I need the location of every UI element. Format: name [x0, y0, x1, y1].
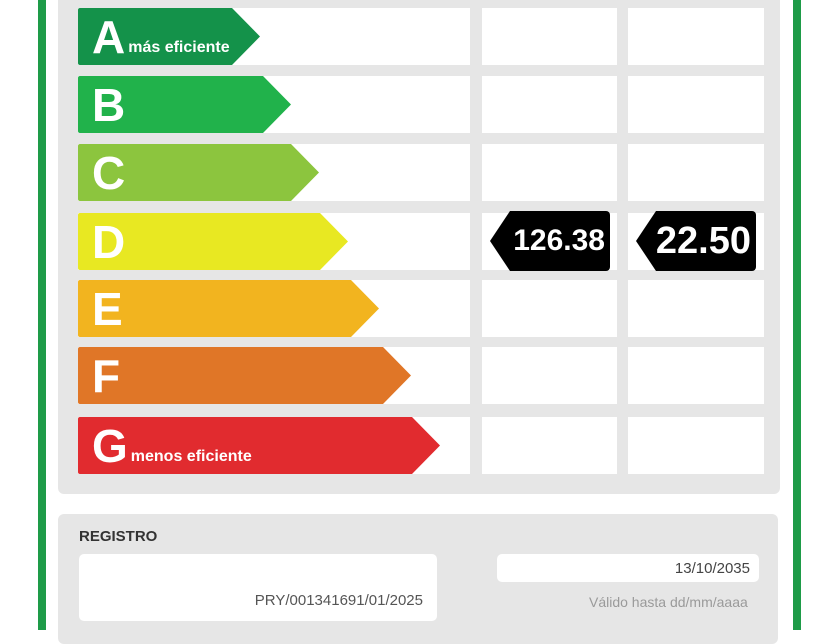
rating-row-b: B	[78, 76, 764, 133]
value-cell-1	[482, 417, 617, 474]
value-cell-1	[482, 280, 617, 337]
grade-arrow-c: C	[78, 144, 319, 201]
value-cell-1	[482, 8, 617, 65]
grade-letter: B	[92, 78, 126, 131]
rating-row-a: A más eficiente	[78, 8, 764, 65]
grade-arrow-b: B	[78, 76, 291, 133]
value-cell-2	[628, 417, 764, 474]
grade-letter: G	[92, 419, 128, 472]
frame-right-border	[793, 0, 801, 630]
rating-row-f: F	[78, 347, 764, 404]
grade-subtitle: más eficiente	[128, 39, 230, 56]
grade-subtitle: menos eficiente	[130, 448, 252, 465]
grade-letter: E	[92, 282, 123, 335]
grade-arrow-e: E	[78, 280, 379, 337]
grade-arrow-a: A más eficiente	[78, 8, 260, 65]
indicator-tag-1: 126.38	[490, 211, 610, 271]
rating-row-g: G menos eficiente	[78, 417, 764, 474]
rating-row-d: D 126.38 22.50	[78, 211, 764, 271]
frame-left-border	[38, 0, 46, 630]
registro-number-field[interactable]: PRY/001341691/01/2025	[79, 554, 437, 621]
value-cell-1	[482, 144, 617, 201]
grade-arrow-d: D	[78, 213, 348, 270]
rating-row-e: E	[78, 280, 764, 337]
registro-number: PRY/001341691/01/2025	[254, 592, 423, 609]
registro-label: REGISTRO	[79, 528, 158, 545]
value-cell-1	[482, 76, 617, 133]
value-cell-2	[628, 144, 764, 201]
value-cell-2	[628, 347, 764, 404]
rating-row-c: C	[78, 144, 764, 201]
value-cell-2	[628, 76, 764, 133]
valid-until-date: 13/10/2035	[674, 560, 750, 577]
valid-until-hint: Válido hasta dd/mm/aaaa	[589, 594, 748, 610]
grade-letter: A	[92, 10, 126, 63]
value-cell-2	[628, 280, 764, 337]
indicator-value-2: 22.50	[655, 219, 751, 262]
grade-letter: F	[92, 349, 121, 402]
valid-until-field[interactable]: 13/10/2035	[497, 554, 759, 582]
value-cell-2	[628, 8, 764, 65]
indicator-tag-2: 22.50	[636, 211, 756, 271]
value-cell-1	[482, 347, 617, 404]
indicator-value-1: 126.38	[513, 224, 605, 257]
grade-arrow-g: G menos eficiente	[78, 417, 440, 474]
grade-letter: D	[92, 215, 126, 268]
grade-arrow-f: F	[78, 347, 411, 404]
grade-letter: C	[92, 146, 126, 199]
